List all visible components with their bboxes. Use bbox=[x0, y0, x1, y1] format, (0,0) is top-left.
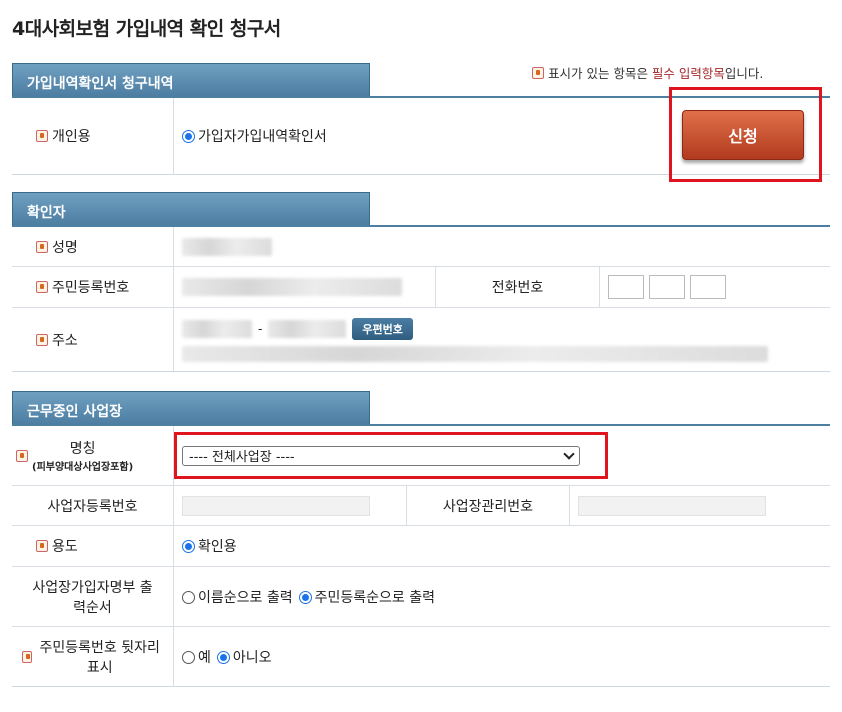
highlight-box-workplace bbox=[174, 432, 608, 479]
phone-input-3[interactable] bbox=[690, 275, 726, 299]
required-icon bbox=[36, 540, 48, 552]
personal-option-radio[interactable]: 가입자가입내역확인서 bbox=[182, 126, 327, 146]
suffix-radio-no[interactable]: 아니오 bbox=[216, 647, 272, 667]
personal-label: 개인용 bbox=[12, 98, 174, 174]
rrn-label: 주민등록번호 bbox=[12, 267, 174, 307]
biz-mgmt-label: 사업장관리번호 bbox=[406, 486, 570, 525]
name-label: 성명 bbox=[12, 227, 174, 266]
name-value-redacted bbox=[182, 237, 272, 256]
address-label: 주소 bbox=[12, 308, 174, 371]
purpose-radio[interactable]: 확인용 bbox=[182, 536, 237, 556]
section-tab-workplace: 근무중인 사업장 bbox=[12, 391, 370, 425]
address-value-redacted bbox=[182, 345, 768, 362]
required-icon bbox=[36, 130, 48, 142]
required-icon bbox=[36, 240, 48, 253]
order-radio-rrn[interactable]: 주민등록순으로 출력 bbox=[298, 587, 435, 607]
radio-unchecked-icon bbox=[182, 590, 195, 604]
required-icon bbox=[532, 67, 544, 79]
suffix-radio-yes[interactable]: 예 bbox=[182, 647, 211, 667]
required-icon bbox=[36, 281, 48, 293]
section-tab-verifier: 확인자 bbox=[12, 192, 370, 226]
verifier-table: 성명 주민등록번호 전화번호 주소 - 우편번호 bbox=[12, 227, 830, 372]
radio-checked-icon bbox=[182, 540, 195, 553]
phone-input-2[interactable] bbox=[649, 275, 685, 299]
radio-checked-icon bbox=[216, 650, 230, 664]
radio-unchecked-icon bbox=[182, 650, 195, 664]
radio-checked-icon bbox=[298, 590, 312, 604]
section-tab-request: 가입내역확인서 청구내역 bbox=[12, 63, 370, 97]
highlight-box-submit bbox=[669, 87, 822, 182]
workplace-name-label: 명칭 (피부양대상사업장포함) bbox=[12, 426, 174, 485]
purpose-label: 용도 bbox=[12, 526, 174, 566]
zip-value-redacted bbox=[182, 319, 252, 338]
phone-input-1[interactable] bbox=[608, 275, 644, 299]
page-title: 4대사회보험 가입내역 확인 청구서 bbox=[12, 18, 281, 40]
biz-mgmt-field bbox=[578, 495, 766, 516]
rrn-value-redacted bbox=[182, 278, 402, 296]
order-radio-name[interactable]: 이름순으로 출력 bbox=[182, 587, 293, 607]
order-label: 사업장가입자명부 출력순서 bbox=[12, 567, 174, 626]
rrn-suffix-label: 주민등록번호 뒷자리 표시 bbox=[12, 627, 174, 686]
required-legend: 표시가 있는 항목은 필수 입력항목입니다. bbox=[532, 63, 763, 82]
required-icon bbox=[36, 333, 48, 346]
required-icon bbox=[16, 449, 28, 462]
phone-label: 전화번호 bbox=[436, 267, 600, 307]
biz-reg-field bbox=[182, 495, 370, 516]
zip-value-redacted bbox=[268, 319, 347, 338]
zip-code-button[interactable]: 우편번호 bbox=[352, 317, 413, 340]
radio-checked-icon bbox=[182, 130, 195, 143]
biz-reg-label: 사업자등록번호 bbox=[12, 486, 174, 525]
required-icon bbox=[22, 650, 33, 663]
